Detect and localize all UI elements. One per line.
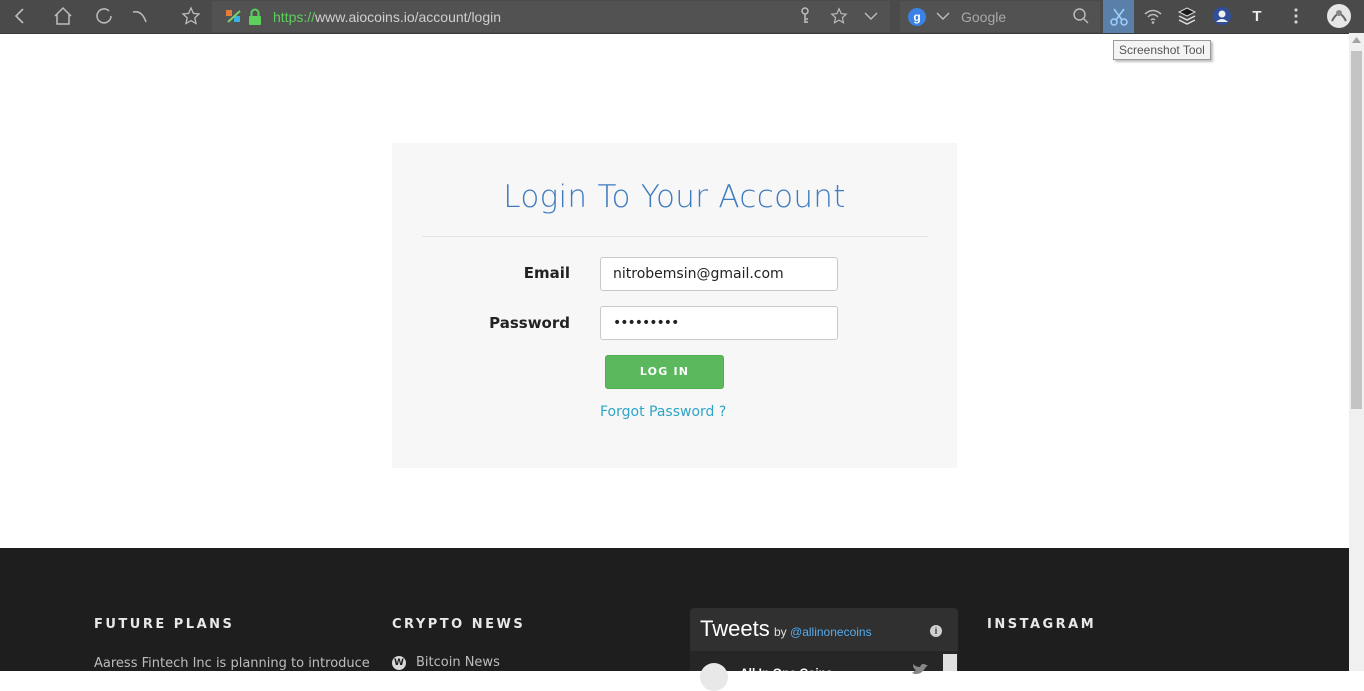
bookmark-star-icon[interactable]	[178, 3, 204, 29]
back-icon[interactable]	[8, 3, 34, 29]
reload-icon[interactable]	[91, 3, 117, 29]
extension-avatar-icon[interactable]	[1209, 3, 1235, 29]
search-engine-dropdown-icon[interactable]	[930, 3, 956, 29]
search-bar[interactable]: g Google	[900, 1, 1100, 32]
instagram-heading: INSTAGRAM	[987, 617, 1097, 632]
future-plans-heading: FUTURE PLANS	[94, 617, 235, 632]
login-card: Login To Your Account Email nitrobemsin@…	[392, 143, 957, 468]
password-field[interactable]: •••••••••	[600, 306, 838, 340]
home-icon[interactable]	[50, 3, 76, 29]
wordpress-icon: W	[392, 655, 406, 670]
url-dropdown-icon[interactable]	[858, 3, 884, 29]
screenshot-tool-tooltip: Screenshot Tool	[1113, 40, 1211, 60]
tweets-title: Tweets	[700, 616, 770, 641]
page-title: Login To Your Account	[503, 179, 846, 215]
twitter-bird-icon	[912, 663, 928, 675]
tweet-scrollbar[interactable]	[943, 654, 957, 671]
scroll-up-arrow-icon[interactable]	[1352, 37, 1361, 43]
forgot-password-link[interactable]: Forgot Password ?	[600, 404, 726, 420]
lock-icon	[249, 8, 261, 25]
browser-toolbar: https://www.aiocoins.io/account/login g …	[0, 0, 1364, 34]
page-scrollbar[interactable]	[1349, 33, 1364, 671]
tweets-handle-link[interactable]: @allinonecoins	[790, 625, 872, 639]
profile-avatar-icon[interactable]	[1326, 3, 1352, 29]
t-extension-button[interactable]: T	[1244, 3, 1270, 29]
news-item[interactable]: W Bitcoin News	[392, 655, 500, 670]
scrollbar-thumb[interactable]	[1351, 51, 1362, 409]
tweet-author: All In One Coins	[740, 666, 833, 680]
page-star-icon[interactable]	[826, 3, 852, 29]
site-footer: FUTURE PLANS Aaress Fintech Inc is plann…	[0, 548, 1349, 691]
info-icon[interactable]: i	[930, 625, 942, 637]
email-field[interactable]: nitrobemsin@gmail.com	[600, 257, 838, 291]
search-input[interactable]: Google	[961, 1, 1006, 34]
tweet-list: All In One Coins	[690, 651, 958, 691]
address-status-icons	[224, 8, 262, 26]
layers-icon[interactable]	[1174, 3, 1200, 29]
news-item-label: Bitcoin News	[416, 655, 500, 670]
site-info-icon	[226, 10, 241, 23]
password-label: Password	[489, 314, 570, 332]
address-bar[interactable]: https://www.aiocoins.io/account/login	[212, 1, 890, 32]
email-label: Email	[523, 264, 570, 282]
forward-history-icon[interactable]	[130, 3, 156, 29]
menu-kebab-icon[interactable]	[1283, 3, 1309, 29]
url-text[interactable]: https://www.aiocoins.io/account/login	[273, 1, 501, 34]
login-button[interactable]: LOG IN	[605, 355, 724, 389]
url-scheme: https://	[273, 9, 316, 25]
future-plans-text: Aaress Fintech Inc is planning to introd…	[94, 656, 370, 671]
tweets-by: by @allinonecoins	[774, 625, 872, 639]
key-icon[interactable]	[792, 3, 818, 29]
url-path: www.aiocoins.io/account/login	[315, 9, 502, 25]
wifi-icon[interactable]	[1140, 3, 1166, 29]
search-engine-badge[interactable]: g	[908, 8, 926, 26]
tweets-by-prefix: by	[774, 625, 791, 639]
screenshot-tool-icon[interactable]	[1103, 0, 1134, 33]
crypto-news-heading: CRYPTO NEWS	[392, 617, 526, 632]
twitter-widget: Tweets by @allinonecoins i All In One Co…	[690, 608, 958, 691]
title-divider	[422, 236, 928, 237]
tweet-avatar	[700, 663, 728, 691]
search-icon[interactable]	[1068, 3, 1094, 29]
